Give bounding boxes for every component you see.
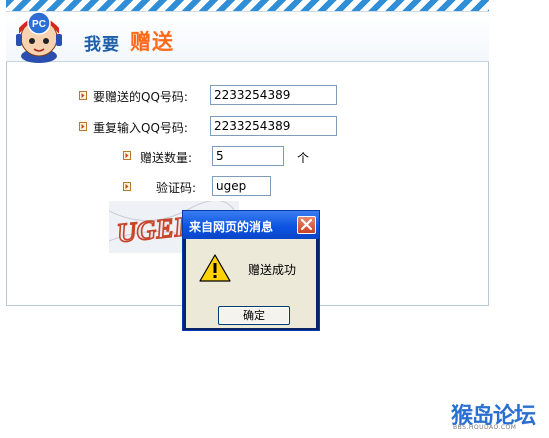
count-input[interactable] — [212, 146, 284, 166]
count-unit: 个 — [297, 151, 310, 165]
qq-input[interactable] — [210, 85, 337, 105]
page-title-part2: 赠送 — [130, 30, 174, 54]
bullet-icon — [79, 91, 87, 100]
repeat-qq-input[interactable] — [210, 116, 337, 136]
close-button[interactable] — [297, 216, 316, 234]
dialog-message: 赠送成功 — [248, 263, 297, 277]
warning-icon — [199, 254, 231, 282]
dialog-body: 赠送成功 确定 — [186, 239, 316, 328]
page-title-part1: 我要 — [84, 35, 120, 55]
captcha-text: UGEP — [116, 211, 193, 249]
qq-label: 要赠送的QQ号码: — [93, 90, 188, 104]
forum-watermark: 猴岛论坛 BBS.HOUDAO.COM — [451, 398, 543, 434]
captcha-input[interactable] — [212, 176, 271, 196]
bullet-icon — [123, 151, 131, 160]
watermark-url: BBS.HOUDAO.COM — [453, 424, 517, 431]
stripe-border — [6, 0, 489, 12]
header-band — [6, 12, 489, 62]
bullet-icon — [79, 122, 87, 131]
mascot-logo: PC — [16, 11, 62, 63]
repeat-qq-label: 重复输入QQ号码: — [93, 121, 188, 135]
svg-text:PC: PC — [32, 19, 46, 30]
ok-button[interactable]: 确定 — [218, 306, 290, 325]
dialog-titlebar[interactable]: 来自网页的消息 — [183, 211, 319, 239]
count-label: 赠送数量: — [140, 151, 193, 165]
dialog-title: 来自网页的消息 — [189, 220, 274, 234]
close-icon — [300, 218, 313, 231]
bullet-icon — [123, 182, 131, 191]
captcha-label: 验证码: — [156, 181, 197, 195]
alert-dialog: 来自网页的消息 赠送成功 确定 — [182, 210, 320, 331]
